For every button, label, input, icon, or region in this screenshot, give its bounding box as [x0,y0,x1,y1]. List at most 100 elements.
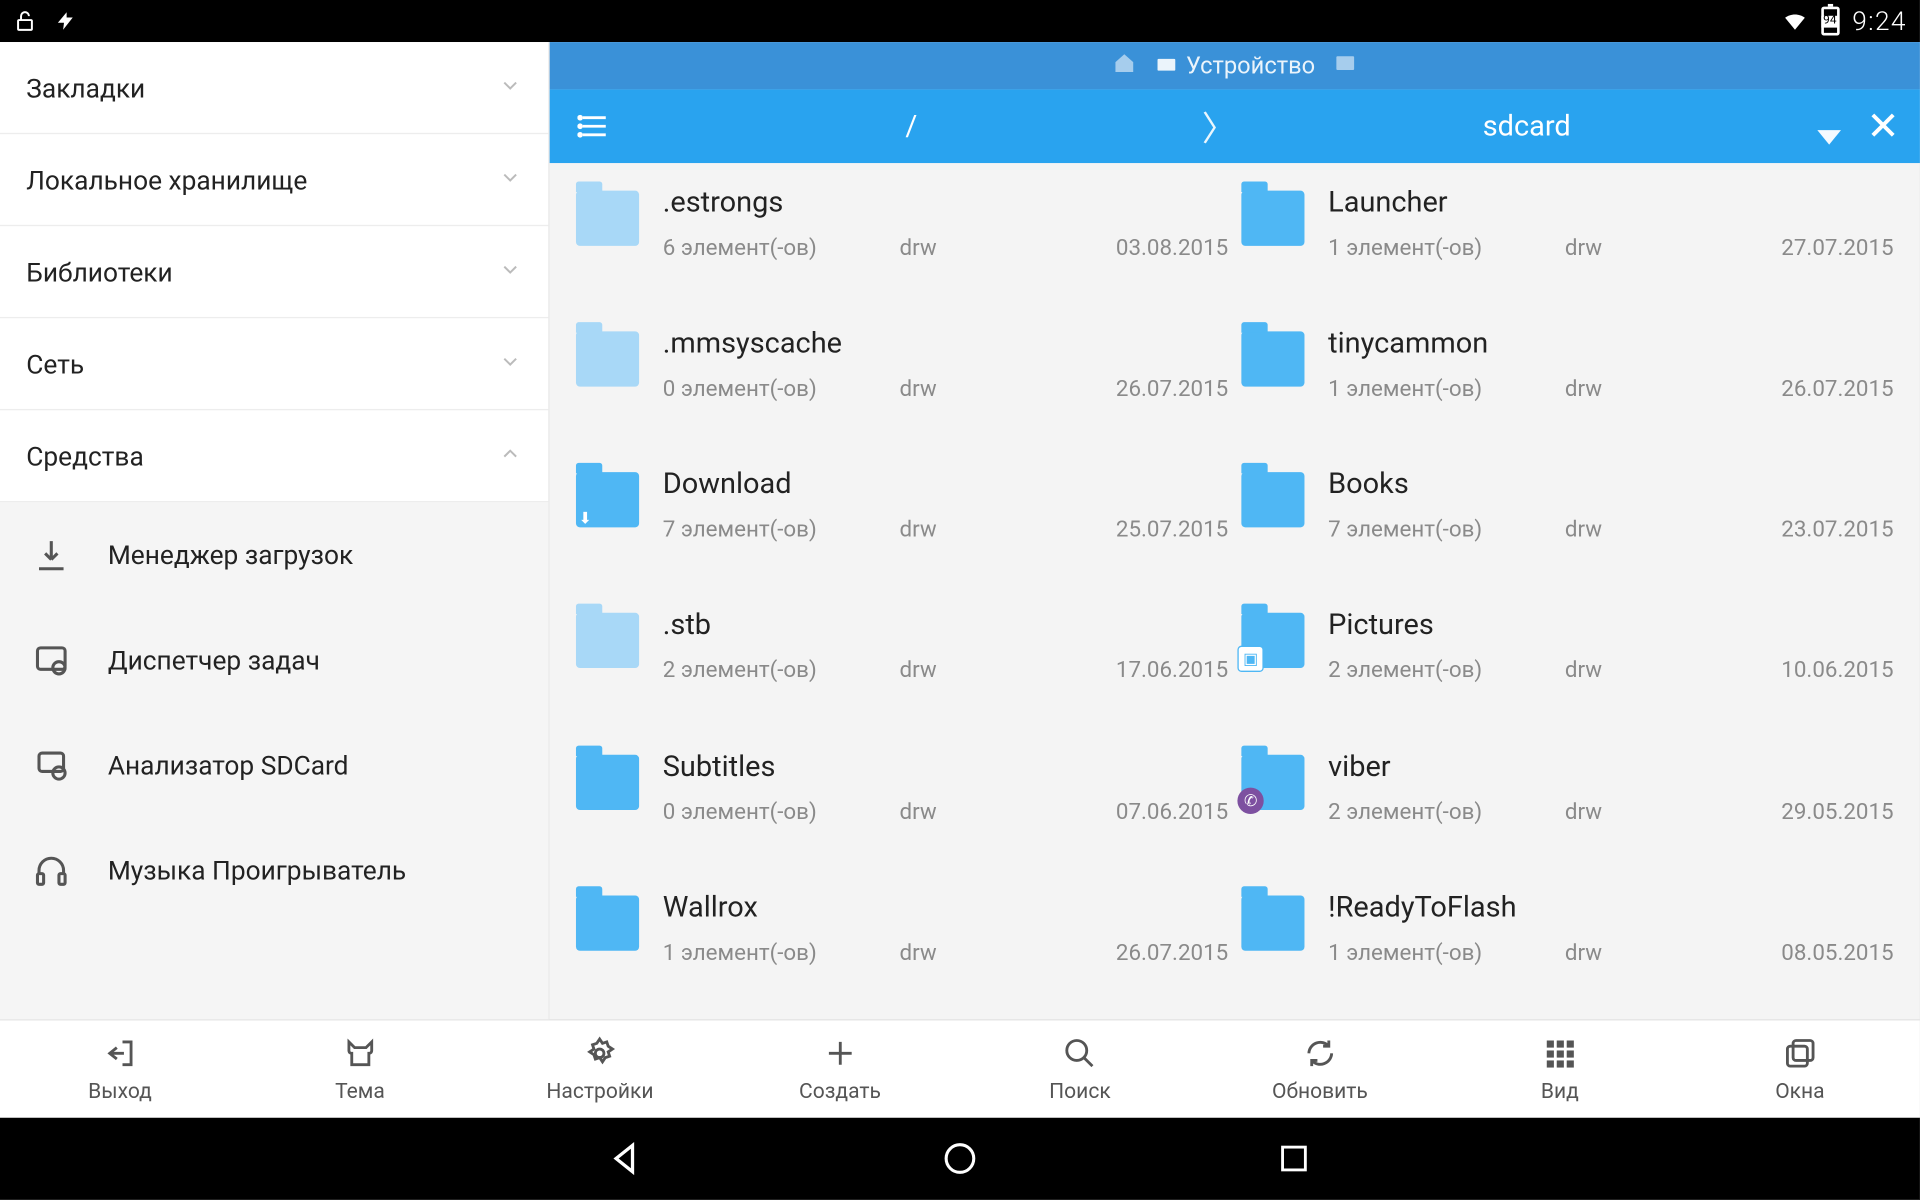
folder-count: 0 элемент(-ов) [663,799,900,825]
close-icon[interactable]: ✕ [1857,103,1910,149]
folder-count: 1 элемент(-ов) [663,940,900,966]
path-current[interactable]: sdcard [1236,110,1817,143]
sidebar-item-label: Средства [26,440,143,472]
folder-name: !ReadyToFlash [1328,891,1893,924]
folder-item[interactable]: ✆ viber 2 элемент(-ов) drw 29.05.2015 [1241,737,1893,878]
folder-count: 2 элемент(-ов) [1328,799,1565,825]
clock: 9:24 [1852,5,1907,37]
sidebar-item-network[interactable]: Сеть [0,318,548,410]
toolbar-settings[interactable]: Настройки [480,1020,720,1117]
tool-sdcard-analyzer[interactable]: Анализатор SDCard [0,713,548,818]
folder-item[interactable]: .mmsyscache 0 элемент(-ов) drw 26.07.201… [576,314,1228,455]
tool-label: Музыка Проигрыватель [108,855,406,887]
tool-music-player[interactable]: Музыка Проигрыватель [0,818,548,923]
android-nav-bar [0,1118,1920,1200]
folder-date: 26.07.2015 [1116,940,1228,966]
picture-icon[interactable] [1334,51,1358,81]
folder-item[interactable]: .estrongs 6 элемент(-ов) drw 03.08.2015 [576,174,1228,315]
folder-icon: ⬇ [576,472,639,527]
folder-name: .stb [663,609,1228,642]
toolbar-search[interactable]: Поиск [960,1020,1200,1117]
path-root[interactable]: / [621,110,1202,143]
tool-label: Анализатор SDCard [108,750,349,782]
folder-name: Download [663,469,1228,502]
nav-home[interactable] [938,1136,983,1181]
device-icon [1154,54,1178,78]
file-grid: .estrongs 6 элемент(-ов) drw 03.08.2015 … [550,163,1920,1019]
folder-perm: drw [1565,376,1723,402]
folder-count: 2 элемент(-ов) [663,658,900,684]
folder-icon [1241,191,1304,246]
folder-date: 10.06.2015 [1781,658,1893,684]
folder-date: 25.07.2015 [1116,517,1228,543]
sidebar-item-label: Сеть [26,348,84,380]
chevron-up-icon [498,440,522,472]
sidebar-item-libraries[interactable]: Библиотеки [0,226,548,318]
folder-perm: drw [899,658,1057,684]
folder-name: Pictures [1328,609,1893,642]
folder-count: 6 элемент(-ов) [663,235,900,261]
folder-item[interactable]: !ReadyToFlash 1 элемент(-ов) drw 08.05.2… [1241,878,1893,1019]
toolbar-windows[interactable]: Окна [1680,1020,1920,1117]
chevron-down-icon [498,72,522,104]
folder-icon [576,613,639,668]
toolbar-theme[interactable]: Тема [240,1020,480,1117]
windows-icon [1783,1036,1817,1070]
folder-item[interactable]: .stb 2 элемент(-ов) drw 17.06.2015 [576,596,1228,737]
sidebar-item-tools[interactable]: Средства [0,410,548,502]
folder-item[interactable]: Wallrox 1 элемент(-ов) drw 26.07.2015 [576,878,1228,1019]
folder-item[interactable]: ▣ Pictures 2 элемент(-ов) drw 10.06.2015 [1241,596,1893,737]
tab-bar: Устройство [550,42,1920,89]
folder-item[interactable]: tinycammon 1 элемент(-ов) drw 26.07.2015 [1241,314,1893,455]
folder-icon [1241,895,1304,950]
folder-name: Books [1328,469,1893,502]
folder-item[interactable]: Books 7 элемент(-ов) drw 23.07.2015 [1241,455,1893,596]
folder-icon [576,895,639,950]
path-separator-icon: 〉 [1202,102,1236,151]
tool-task-manager[interactable]: Диспетчер задач [0,608,548,713]
folder-name: Launcher [1328,187,1893,220]
list-icon[interactable] [568,109,621,143]
refresh-icon [1303,1036,1337,1070]
folder-item[interactable]: Launcher 1 элемент(-ов) drw 27.07.2015 [1241,174,1893,315]
folder-item[interactable]: Subtitles 0 элемент(-ов) drw 07.06.2015 [576,737,1228,878]
sidebar-item-label: Локальное хранилище [26,164,307,196]
folder-date: 27.07.2015 [1781,235,1893,261]
folder-name: Wallrox [663,891,1228,924]
headphones-icon [29,848,74,893]
folder-icon: ✆ [1241,754,1304,809]
tool-download-manager[interactable]: Менеджер загрузок [0,502,548,607]
folder-perm: drw [899,235,1057,261]
folder-icon [576,191,639,246]
battery-icon: 94 [1821,7,1839,36]
folder-item[interactable]: ⬇ Download 7 элемент(-ов) drw 25.07.2015 [576,455,1228,596]
nav-recent[interactable] [1272,1136,1317,1181]
folder-date: 29.05.2015 [1781,799,1893,825]
tab-device[interactable]: Устройство [1154,52,1315,80]
download-icon [29,533,74,578]
folder-perm: drw [1565,235,1723,261]
toolbar-refresh[interactable]: Обновить [1200,1020,1440,1117]
sidebar-item-bookmarks[interactable]: Закладки [0,42,548,134]
toolbar-label: Настройки [546,1078,653,1103]
toolbar-create[interactable]: Создать [720,1020,960,1117]
dropdown-triangle-icon[interactable] [1817,130,1841,144]
theme-icon [343,1036,377,1070]
folder-perm: drw [899,376,1057,402]
home-icon[interactable] [1112,51,1136,81]
chevron-down-icon [498,348,522,380]
folder-perm: drw [1565,658,1723,684]
exit-icon [103,1036,137,1070]
sidebar-item-label: Закладки [26,72,145,104]
toolbar-exit[interactable]: Выход [0,1020,240,1117]
toolbar-label: Окна [1775,1078,1824,1103]
folder-perm: drw [1565,517,1723,543]
content-pane: Устройство / 〉 sdcard ✕ .estrongs 6 эл [550,42,1920,1019]
gear-icon [583,1036,617,1070]
toolbar-view[interactable]: Вид [1440,1020,1680,1117]
folder-count: 0 элемент(-ов) [663,376,900,402]
plus-icon [823,1036,857,1070]
sdcard-icon [29,743,74,788]
sidebar-item-local-storage[interactable]: Локальное хранилище [0,134,548,226]
nav-back[interactable] [604,1136,649,1181]
